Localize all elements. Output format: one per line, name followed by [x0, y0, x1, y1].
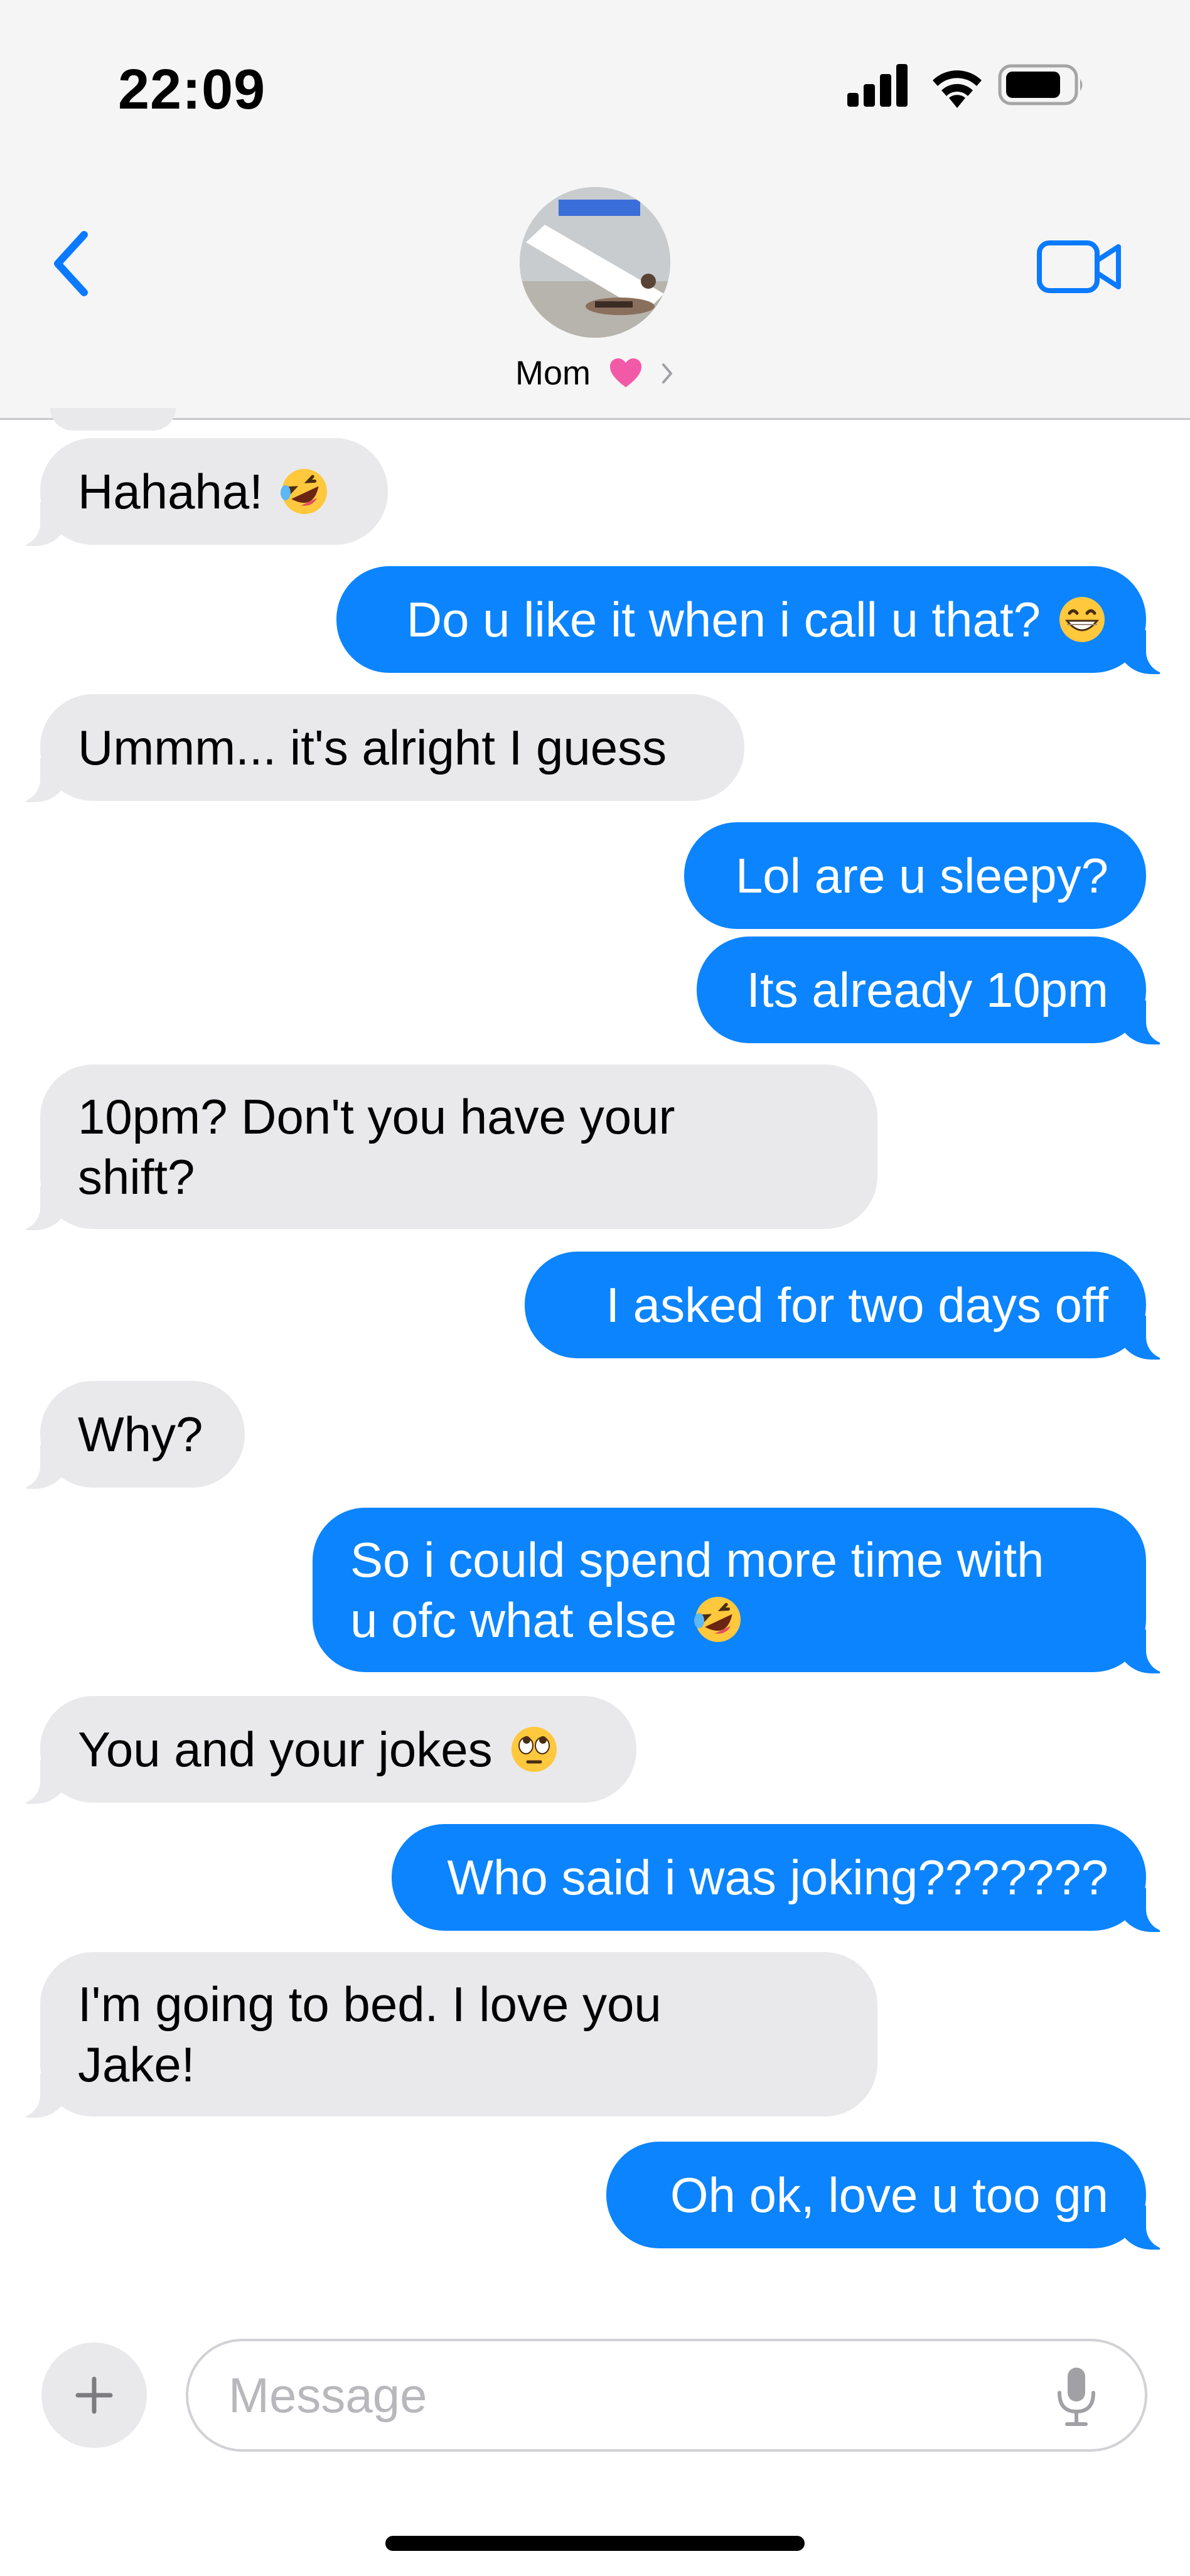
message-bubble-incoming[interactable]: You and your jokes: [16, 1696, 636, 1804]
signal-icon: [847, 64, 908, 107]
message-bubble-peek: [50, 408, 176, 431]
conversation-header: 22:09 Mom: [0, 0, 1190, 420]
message-bubble-outgoing[interactable]: Who said i was joking???????: [392, 1824, 1170, 1932]
grinning-face-emoji-icon: [1059, 597, 1105, 642]
message-bubble-outgoing[interactable]: Its already 10pm: [697, 936, 1170, 1044]
message-text: Who said i was joking???????: [447, 1850, 1108, 1905]
message-line: I'm going to bed. I love you: [78, 1977, 662, 2032]
message-text: I'm going to bed. I love you Jake!: [78, 1974, 662, 2095]
microphone-icon: [1058, 2368, 1095, 2426]
rolling-on-floor-laughing-emoji-icon: [280, 469, 327, 514]
rolling-eyes-emoji-icon: [511, 1727, 557, 1772]
message-text: Why?: [78, 1407, 203, 1462]
message-line: So i could spend more time with: [350, 1532, 1044, 1587]
battery-icon: [998, 64, 1083, 105]
plus-icon: [75, 2376, 113, 2414]
message-bubble-outgoing[interactable]: Oh ok, love u too gn: [606, 2142, 1170, 2250]
message-line: Jake!: [78, 2037, 195, 2092]
message-text: Its already 10pm: [746, 962, 1108, 1017]
message-input[interactable]: [186, 2339, 1147, 2452]
message-text: Oh ok, love u too gn: [670, 2167, 1108, 2223]
message-text: 10pm? Don't you have your shift?: [78, 1087, 675, 1207]
wifi-icon: [933, 70, 982, 108]
message-bubble-outgoing[interactable]: Lol are u sleepy?: [684, 822, 1146, 929]
contact-name-row[interactable]: Mom: [0, 352, 1190, 393]
home-indicator[interactable]: [385, 2536, 805, 2551]
message-line: 10pm? Don't you have your: [78, 1089, 675, 1144]
message-line: shift?: [78, 1149, 195, 1205]
chevron-right-icon: [662, 363, 673, 384]
message-text: Ummm... it's alright I guess: [78, 720, 667, 775]
message-text: So i could spend more time with u ofc wh…: [350, 1530, 1044, 1650]
add-attachment-button[interactable]: [41, 2343, 147, 2448]
message-text: You and your jokes: [78, 1722, 493, 1777]
message-bubble-outgoing[interactable]: I asked for two days off: [525, 1252, 1170, 1360]
message-text: Lol are u sleepy?: [735, 848, 1108, 903]
microphone-button[interactable]: [1054, 2365, 1098, 2428]
message-bubble-incoming[interactable]: 10pm? Don't you have your shift?: [16, 1065, 877, 1230]
message-bubble-outgoing[interactable]: So i could spend more time with u ofc wh…: [313, 1508, 1170, 1673]
video-camera-icon: [1037, 240, 1121, 293]
message-bubble-incoming[interactable]: I'm going to bed. I love you Jake!: [16, 1952, 877, 2118]
message-bubble-incoming[interactable]: Why?: [16, 1381, 245, 1489]
chevron-left-icon: [54, 231, 88, 296]
contact-name: Mom: [515, 354, 591, 392]
message-text: Hahaha!: [78, 464, 263, 519]
status-time: 22:09: [118, 58, 266, 121]
rolling-on-floor-laughing-emoji-icon: [694, 1597, 741, 1642]
video-call-button[interactable]: [1036, 235, 1123, 298]
message-line: u ofc what else: [350, 1592, 677, 1648]
contact-avatar[interactable]: [520, 187, 670, 338]
message-text: Do u like it when i call u that?: [406, 592, 1041, 647]
message-bubble-outgoing[interactable]: Do u like it when i call u that?: [336, 566, 1170, 674]
heart-icon: [610, 358, 641, 387]
back-button[interactable]: [44, 226, 100, 301]
message-text: I asked for two days off: [606, 1277, 1108, 1333]
message-bubble-incoming[interactable]: Ummm... it's alright I guess: [16, 694, 744, 802]
avatar-photo: [520, 187, 670, 338]
message-bubble-incoming[interactable]: Hahaha!: [16, 438, 388, 546]
